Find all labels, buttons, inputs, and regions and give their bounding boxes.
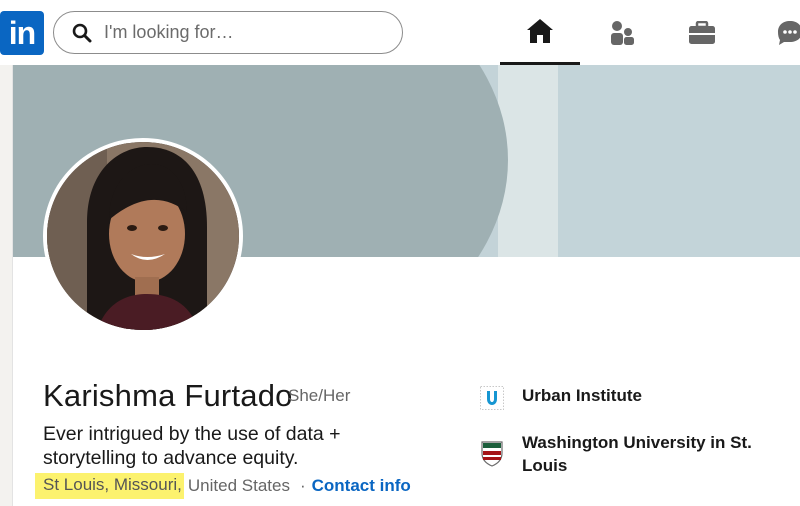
separator-dot: · — [299, 476, 306, 495]
current-company-label: Urban Institute — [522, 386, 642, 405]
profile-photo[interactable] — [43, 138, 243, 334]
location-country: United States — [187, 476, 290, 495]
nav-messaging[interactable] — [750, 0, 800, 65]
page-gutter — [0, 65, 13, 506]
contact-info-link[interactable]: Contact info — [312, 476, 411, 496]
education-school-label: Washington University in St. Louis — [522, 433, 752, 475]
search-box[interactable] — [53, 11, 403, 54]
messaging-icon — [778, 20, 800, 45]
nav-home[interactable] — [500, 0, 580, 65]
profile-pronouns: She/Her — [288, 386, 351, 405]
location-city-highlighted: St Louis, Missouri, — [35, 473, 184, 499]
current-company[interactable]: Urban Institute — [480, 384, 782, 412]
education-school[interactable]: Washington University in St. Louis — [480, 431, 782, 477]
search-icon — [72, 23, 92, 42]
linkedin-logo[interactable]: in — [0, 11, 44, 55]
global-nav: in — [0, 0, 800, 65]
nav-jobs[interactable] — [662, 0, 742, 65]
search-input[interactable] — [104, 22, 364, 43]
urban-institute-logo — [480, 386, 504, 410]
profile-headline: Ever intrigued by the use of data + stor… — [43, 423, 341, 469]
nav-my-network[interactable] — [582, 0, 662, 65]
home-icon — [527, 19, 553, 43]
profile-photo-image — [47, 142, 239, 330]
my-network-icon — [611, 20, 634, 45]
profile-name: Karishma Furtado — [43, 378, 293, 413]
profile-location: St Louis, Missouri, United States · Cont… — [35, 472, 411, 500]
washu-shield-logo — [481, 441, 503, 467]
jobs-icon — [689, 20, 715, 44]
